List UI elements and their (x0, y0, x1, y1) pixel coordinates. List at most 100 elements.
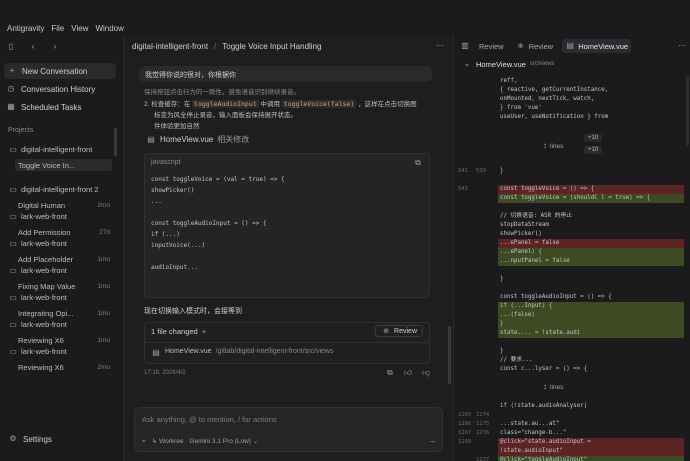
new-line-number: 1277 (476, 457, 490, 461)
conversation-scrollbar[interactable] (448, 326, 451, 384)
menu-file[interactable]: File (51, 24, 64, 33)
project-name: lark-web-front (21, 347, 67, 356)
conversation-item[interactable]: Digital Human 2mo (18, 199, 112, 211)
project-item[interactable]: ▭ lark-web-front (8, 346, 116, 357)
project-item[interactable]: ▭ lark-web-front (8, 238, 116, 249)
assistant-point-2: 2. 检查缓存：在 toggleAudioInput 中调用 toggleVoi… (144, 98, 417, 108)
assistant-text-1: 保持按钮点击行为的一致性，避免语音识别继续录音。 (144, 89, 300, 96)
back-icon[interactable]: ‹ (28, 42, 38, 52)
conversation-history-button[interactable]: ◷ Conversation History (6, 83, 96, 95)
diff-line: { reactive, getCurrentInstance, (500, 87, 609, 93)
conversation-item[interactable]: Integrating Opi... 1mo (18, 307, 112, 319)
tab-review-2[interactable]: ⊕ Review (513, 39, 557, 53)
forward-icon[interactable]: › (50, 42, 60, 52)
more-icon[interactable]: ⋯ (677, 41, 687, 51)
code-line: inputVoice(...) (151, 242, 206, 249)
diff-line: onMounted, nextTick, watch, (500, 96, 595, 102)
conversation-title: Digital Human (18, 200, 66, 210)
user-message: 我觉得你说的很对，你根据你 (139, 66, 432, 82)
project-item[interactable]: ▭ digital-intelligent-front 2 (8, 184, 116, 195)
expand-lines-label-2: lines (550, 383, 564, 391)
diff-line (498, 411, 684, 420)
old-line-number: 1265 (458, 412, 472, 418)
unfold-icon: ↕ (543, 141, 547, 150)
diff-line: const toggleAudioInput = () => { (500, 294, 612, 300)
tab-review-2-label: Review (528, 41, 554, 51)
diff-tabs: ▥ Review ⊕ Review ▤ HomeView.vue ⋯ (454, 36, 690, 56)
collapse-icon[interactable]: ⌄ (462, 59, 472, 69)
review-button[interactable]: ⊕ Review (375, 325, 423, 337)
model-label: Gemini 3.1 Pro (Low) (189, 438, 251, 445)
conversation-item[interactable]: Toggle Voice In... (15, 159, 112, 171)
point-2-line-3: 件体验更加自然 (154, 123, 200, 130)
scheduled-tasks-button[interactable]: ▦ Scheduled Tasks (6, 101, 81, 113)
project-name: lark-web-front (21, 293, 67, 302)
diff-line: } (500, 276, 504, 282)
changed-file-name: HomeView.vue (165, 348, 212, 355)
copy-icon[interactable]: ⧉ (385, 368, 395, 378)
changed-file-row[interactable]: ▤ HomeView.vue /gitlab/digital-intellige… (151, 348, 333, 358)
diff-line-added: const toggleVoice = (shouldC l = true) =… (498, 194, 684, 203)
old-line-number: 1267 (458, 430, 472, 436)
composer-placeholder: Ask anything, @ to mention, / for action… (142, 415, 277, 424)
gear-icon: ⚙ (9, 434, 17, 443)
composer-toolbar: + ↳ Workree Gemini 3.1 Pro (Low) ⌄ (142, 437, 259, 446)
add-context-button[interactable]: + (142, 438, 146, 445)
message-timestamp: 17:18, 2026/4/2 (144, 370, 186, 376)
diff-line-removed: const toggleVoice = () => { (498, 185, 684, 194)
conversation-title: Add Placeholder (18, 254, 74, 264)
conversation-title: Add Permission (18, 227, 71, 237)
expand-lines-top[interactable]: ↕ lines (540, 141, 563, 151)
breadcrumb-conversation[interactable]: Toggle Voice Input Handling (222, 42, 321, 51)
project-name: lark-web-front (21, 239, 67, 248)
app-window: Antigravity File View Window ▯ ‹ › + New… (0, 0, 690, 461)
model-selector[interactable]: Gemini 3.1 Pro (Low) ⌄ (190, 437, 259, 445)
toggle-sidebar-icon[interactable]: ▯ (6, 42, 16, 52)
old-line-number: 542 (458, 186, 468, 192)
project-item[interactable]: ▭ lark-web-front (8, 319, 116, 330)
conversation-item[interactable]: Add Placeholder 1mo (18, 253, 112, 265)
conversation-title: Toggle Voice In... (18, 160, 76, 170)
folder-icon: ▭ (9, 346, 17, 356)
diff-line-added: } (498, 320, 684, 329)
new-conversation-button[interactable]: + New Conversation (4, 63, 116, 79)
file-icon: ▤ (566, 41, 574, 50)
composer[interactable]: Ask anything, @ to mention, / for action… (134, 407, 443, 452)
thumbs-down-icon[interactable]: 👎︎ (421, 368, 431, 378)
project-item[interactable]: ▭ digital-intelligent-front (8, 144, 116, 155)
project-item[interactable]: ▭ lark-web-front (8, 292, 116, 303)
conversation-item[interactable]: Fixing Map Value 1mo (18, 280, 112, 292)
conversation-title: Reviewing X6 (18, 335, 64, 345)
menu-view[interactable]: View (71, 24, 88, 33)
expand-lines-bottom[interactable]: ↕ lines (540, 382, 563, 392)
diff-line: ...state.au...at" (500, 421, 560, 427)
expand-pill-bottom[interactable]: +10 (584, 146, 603, 154)
conversation-item[interactable]: Reviewing X6 1mo (18, 334, 112, 346)
tab-homeview[interactable]: ▤ HomeView.vue (562, 39, 632, 53)
file-reference[interactable]: ▤ HomeView.vue 相关修改 (146, 134, 249, 145)
folder-icon: ▭ (9, 319, 17, 329)
review-icon: ⊕ (517, 42, 524, 50)
folder-icon: ▭ (9, 211, 17, 221)
diff-line-added: state.... = !state.audi (498, 329, 684, 338)
project-item[interactable]: ▭ lark-web-front (8, 211, 116, 222)
settings-button[interactable]: ⚙ Settings (8, 434, 52, 444)
tab-review-1[interactable]: Review (476, 39, 507, 53)
project-item[interactable]: ▭ lark-web-front (8, 265, 116, 276)
copy-icon[interactable]: ⧉ (413, 158, 423, 168)
send-icon[interactable]: → (428, 436, 436, 445)
expand-pill-top[interactable]: +10 (584, 134, 603, 142)
diff-scrollbar[interactable] (686, 76, 689, 146)
sidebar-scrollbar[interactable] (114, 128, 117, 156)
thumbs-up-icon[interactable]: 👍︎ (403, 368, 413, 378)
breadcrumb-project[interactable]: digital-intelligent-front (132, 42, 208, 51)
menu-window[interactable]: Window (95, 24, 123, 33)
conversation-item[interactable]: Add Permission 27d (18, 226, 112, 238)
point-2-line-2: 标变为风全停止录音，输入面板会保持展开状态。 (154, 112, 297, 119)
scheduled-tasks-label: Scheduled Tasks (21, 102, 82, 112)
more-icon[interactable]: ⋯ (435, 41, 445, 51)
changed-file-path: /gitlab/digital-intelligent-front/src/vi… (215, 348, 334, 355)
mode-selector[interactable]: ↳ Workree (152, 437, 184, 445)
split-view-icon[interactable]: ▥ (460, 41, 470, 51)
conversation-item[interactable]: Reviewing X6 2mo (18, 361, 112, 373)
